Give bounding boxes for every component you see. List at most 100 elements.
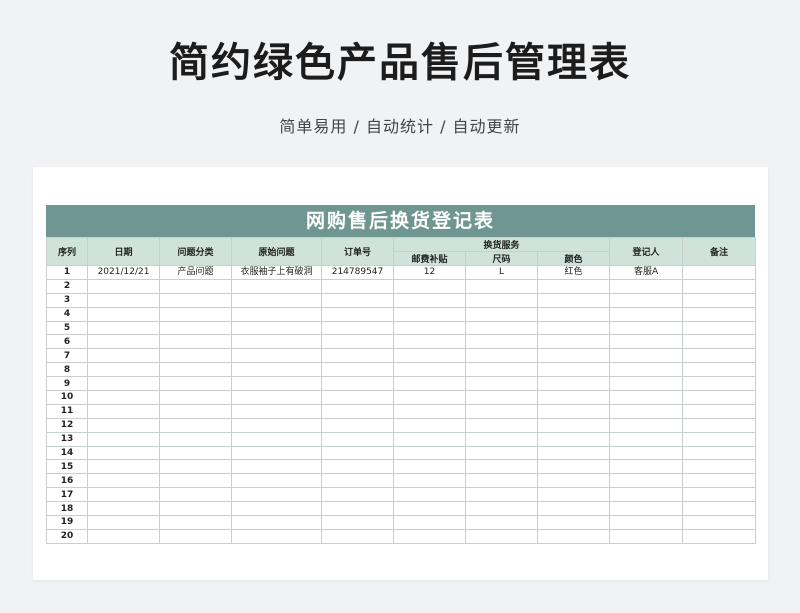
- cell-order-no[interactable]: [321, 306, 394, 322]
- cell-note[interactable]: [682, 334, 757, 350]
- cell-size[interactable]: [465, 348, 538, 364]
- cell-size[interactable]: [465, 459, 538, 475]
- cell-issue[interactable]: [231, 362, 322, 378]
- cell-registrar[interactable]: [609, 487, 684, 503]
- cell-note[interactable]: [682, 459, 757, 475]
- cell-category[interactable]: [159, 459, 232, 475]
- cell-order-no[interactable]: [321, 487, 394, 503]
- cell-date[interactable]: [87, 501, 160, 517]
- cell-date[interactable]: [87, 376, 160, 392]
- cell-issue[interactable]: [231, 292, 322, 308]
- cell-category[interactable]: [159, 528, 232, 544]
- cell-color[interactable]: [536, 501, 611, 517]
- cell-color[interactable]: [536, 459, 611, 475]
- cell-note[interactable]: [682, 528, 757, 544]
- cell-note[interactable]: [682, 473, 757, 489]
- cell-registrar[interactable]: [609, 528, 684, 544]
- cell-date[interactable]: [87, 417, 160, 433]
- cell-registrar[interactable]: [609, 501, 684, 517]
- cell-note[interactable]: [682, 487, 757, 503]
- cell-category[interactable]: [159, 362, 232, 378]
- cell-index[interactable]: 20: [46, 528, 88, 544]
- cell-index[interactable]: 17: [46, 487, 88, 503]
- cell-registrar[interactable]: 客服A: [609, 265, 684, 280]
- cell-order-no[interactable]: [321, 515, 394, 530]
- cell-issue[interactable]: [231, 528, 322, 544]
- cell-postage[interactable]: [393, 390, 466, 405]
- cell-category[interactable]: [159, 348, 232, 364]
- cell-date[interactable]: [87, 320, 160, 336]
- cell-date[interactable]: [87, 515, 160, 530]
- cell-postage[interactable]: [393, 431, 466, 447]
- cell-size[interactable]: [465, 390, 538, 405]
- cell-note[interactable]: [682, 362, 757, 378]
- cell-index[interactable]: 5: [46, 320, 88, 336]
- cell-order-no[interactable]: [321, 362, 394, 378]
- cell-size[interactable]: [465, 278, 538, 294]
- cell-note[interactable]: [682, 320, 757, 336]
- cell-order-no[interactable]: [321, 320, 394, 336]
- cell-category[interactable]: [159, 278, 232, 294]
- cell-category[interactable]: [159, 431, 232, 447]
- cell-category[interactable]: [159, 334, 232, 350]
- cell-registrar[interactable]: [609, 292, 684, 308]
- cell-index[interactable]: 9: [46, 376, 88, 392]
- cell-issue[interactable]: [231, 334, 322, 350]
- cell-category[interactable]: [159, 390, 232, 405]
- cell-postage[interactable]: 12: [393, 265, 466, 280]
- cell-issue[interactable]: [231, 390, 322, 405]
- cell-registrar[interactable]: [609, 278, 684, 294]
- cell-postage[interactable]: [393, 278, 466, 294]
- cell-postage[interactable]: [393, 320, 466, 336]
- cell-issue[interactable]: [231, 306, 322, 322]
- cell-category[interactable]: [159, 403, 232, 419]
- cell-size[interactable]: [465, 292, 538, 308]
- cell-issue[interactable]: [231, 473, 322, 489]
- cell-color[interactable]: [536, 417, 611, 433]
- cell-registrar[interactable]: [609, 334, 684, 350]
- cell-issue[interactable]: [231, 515, 322, 530]
- cell-color[interactable]: [536, 306, 611, 322]
- cell-color[interactable]: [536, 487, 611, 503]
- cell-category[interactable]: [159, 320, 232, 336]
- cell-registrar[interactable]: [609, 390, 684, 405]
- cell-index[interactable]: 1: [46, 265, 88, 280]
- cell-postage[interactable]: [393, 376, 466, 392]
- cell-size[interactable]: [465, 334, 538, 350]
- cell-registrar[interactable]: [609, 306, 684, 322]
- cell-color[interactable]: [536, 515, 611, 530]
- cell-issue[interactable]: [231, 417, 322, 433]
- cell-note[interactable]: [682, 501, 757, 517]
- cell-note[interactable]: [682, 348, 757, 364]
- cell-registrar[interactable]: [609, 417, 684, 433]
- cell-date[interactable]: [87, 334, 160, 350]
- cell-postage[interactable]: [393, 501, 466, 517]
- cell-note[interactable]: [682, 431, 757, 447]
- cell-registrar[interactable]: [609, 459, 684, 475]
- cell-size[interactable]: [465, 473, 538, 489]
- cell-issue[interactable]: [231, 445, 322, 461]
- cell-color[interactable]: [536, 292, 611, 308]
- cell-order-no[interactable]: [321, 459, 394, 475]
- cell-category[interactable]: [159, 473, 232, 489]
- cell-size[interactable]: [465, 403, 538, 419]
- cell-color[interactable]: [536, 334, 611, 350]
- cell-note[interactable]: [682, 306, 757, 322]
- cell-category[interactable]: [159, 306, 232, 322]
- cell-order-no[interactable]: 214789547: [321, 265, 394, 280]
- cell-registrar[interactable]: [609, 403, 684, 419]
- cell-issue[interactable]: [231, 487, 322, 503]
- cell-size[interactable]: [465, 306, 538, 322]
- cell-note[interactable]: [682, 265, 757, 280]
- cell-color[interactable]: [536, 278, 611, 294]
- cell-category[interactable]: [159, 292, 232, 308]
- cell-category[interactable]: [159, 487, 232, 503]
- cell-date[interactable]: [87, 362, 160, 378]
- cell-date[interactable]: [87, 459, 160, 475]
- cell-issue[interactable]: 衣服袖子上有破洞: [231, 265, 322, 280]
- cell-date[interactable]: 2021/12/21: [87, 265, 160, 280]
- cell-index[interactable]: 4: [46, 306, 88, 322]
- cell-category[interactable]: [159, 376, 232, 392]
- cell-postage[interactable]: [393, 528, 466, 544]
- cell-date[interactable]: [87, 306, 160, 322]
